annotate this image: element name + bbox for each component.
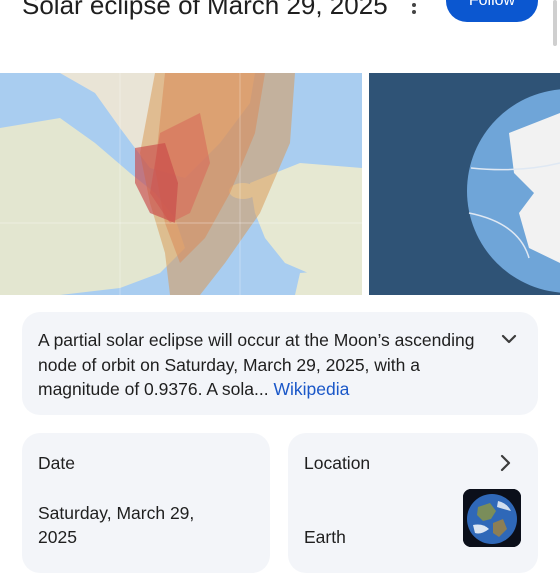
earth-icon: [463, 489, 521, 547]
map-illustration: [0, 73, 362, 295]
date-card[interactable]: Date Saturday, March 29, 2025: [22, 433, 270, 573]
summary-text: A partial solar eclipse will occur at th…: [38, 328, 488, 402]
date-value: Saturday, March 29, 2025: [38, 503, 195, 547]
location-card[interactable]: Location Earth: [288, 433, 538, 573]
more-vert-icon[interactable]: [405, 0, 423, 18]
eclipse-globe[interactable]: [369, 73, 560, 295]
location-value: Earth: [304, 527, 346, 547]
summary-body: A partial solar eclipse will occur at th…: [38, 330, 475, 399]
globe-illustration: [369, 73, 560, 295]
wikipedia-link[interactable]: Wikipedia: [273, 379, 349, 399]
date-label: Date: [38, 453, 75, 473]
follow-button[interactable]: Follow: [446, 0, 538, 22]
chevron-right-icon[interactable]: [498, 453, 512, 478]
scrollbar-thumb[interactable]: [553, 0, 557, 46]
earth-thumbnail[interactable]: [463, 489, 521, 547]
summary-card[interactable]: A partial solar eclipse will occur at th…: [22, 312, 538, 415]
eclipse-path-map[interactable]: [0, 73, 362, 295]
page-title: Solar eclipse of March 29, 2025: [22, 0, 388, 20]
chevron-down-icon[interactable]: [500, 332, 518, 351]
location-label: Location: [304, 453, 371, 473]
